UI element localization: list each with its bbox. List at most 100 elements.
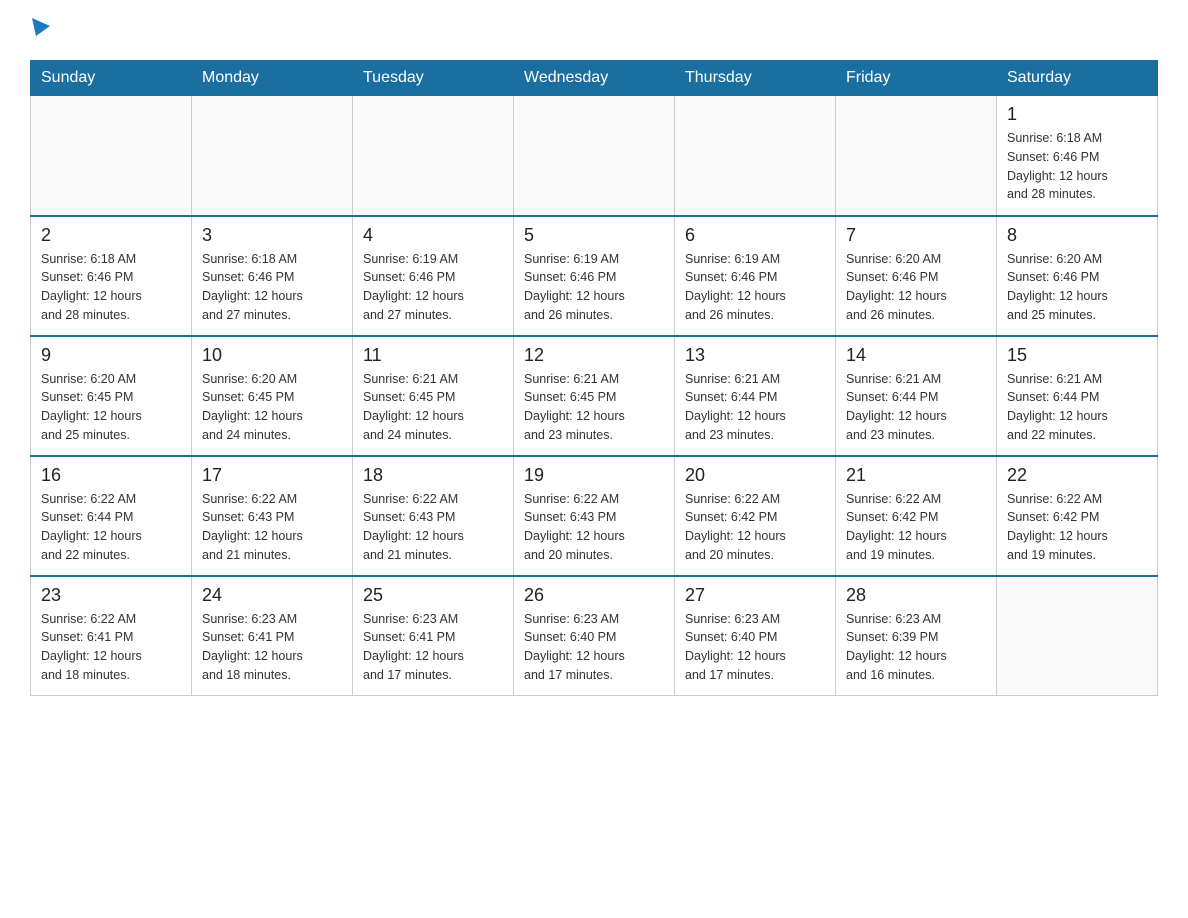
day-info: Sunrise: 6:22 AM Sunset: 6:41 PM Dayligh… [41, 610, 181, 685]
calendar-cell: 18 Sunrise: 6:22 AM Sunset: 6:43 PM Dayli… [353, 456, 514, 576]
day-info: Sunrise: 6:18 AM Sunset: 6:46 PM Dayligh… [1007, 129, 1147, 204]
day-number: 22 [1007, 465, 1147, 486]
day-number: 20 [685, 465, 825, 486]
day-number: 8 [1007, 225, 1147, 246]
day-number: 9 [41, 345, 181, 366]
day-number: 11 [363, 345, 503, 366]
page-header [30, 20, 1158, 40]
day-number: 2 [41, 225, 181, 246]
week-row-3: 9 Sunrise: 6:20 AM Sunset: 6:45 PM Daylig… [31, 336, 1158, 456]
day-number: 3 [202, 225, 342, 246]
week-row-1: 1 Sunrise: 6:18 AM Sunset: 6:46 PM Daylig… [31, 96, 1158, 216]
day-number: 23 [41, 585, 181, 606]
weekday-header-wednesday: Wednesday [514, 61, 675, 96]
day-number: 6 [685, 225, 825, 246]
calendar-cell: 25 Sunrise: 6:23 AM Sunset: 6:41 PM Dayli… [353, 576, 514, 696]
day-number: 15 [1007, 345, 1147, 366]
day-number: 17 [202, 465, 342, 486]
calendar-cell: 16 Sunrise: 6:22 AM Sunset: 6:44 PM Dayli… [31, 456, 192, 576]
day-info: Sunrise: 6:22 AM Sunset: 6:42 PM Dayligh… [846, 490, 986, 565]
calendar-cell: 9 Sunrise: 6:20 AM Sunset: 6:45 PM Daylig… [31, 336, 192, 456]
calendar-cell: 14 Sunrise: 6:21 AM Sunset: 6:44 PM Dayli… [836, 336, 997, 456]
day-info: Sunrise: 6:18 AM Sunset: 6:46 PM Dayligh… [202, 250, 342, 325]
calendar-cell: 26 Sunrise: 6:23 AM Sunset: 6:40 PM Dayli… [514, 576, 675, 696]
day-info: Sunrise: 6:20 AM Sunset: 6:46 PM Dayligh… [846, 250, 986, 325]
calendar-cell [192, 96, 353, 216]
calendar-table: SundayMondayTuesdayWednesdayThursdayFrid… [30, 60, 1158, 696]
calendar-cell: 1 Sunrise: 6:18 AM Sunset: 6:46 PM Daylig… [997, 96, 1158, 216]
day-info: Sunrise: 6:21 AM Sunset: 6:44 PM Dayligh… [846, 370, 986, 445]
day-number: 7 [846, 225, 986, 246]
calendar-cell: 17Sunrise: 6:22 AM Sunset: 6:43 PM Dayli… [192, 456, 353, 576]
calendar-cell: 27 Sunrise: 6:23 AM Sunset: 6:40 PM Dayli… [675, 576, 836, 696]
day-number: 25 [363, 585, 503, 606]
calendar-cell [997, 576, 1158, 696]
calendar-cell: 11 Sunrise: 6:21 AM Sunset: 6:45 PM Dayli… [353, 336, 514, 456]
day-info: Sunrise: 6:18 AM Sunset: 6:46 PM Dayligh… [41, 250, 181, 325]
day-info: Sunrise: 6:20 AM Sunset: 6:45 PM Dayligh… [202, 370, 342, 445]
calendar-cell: 2 Sunrise: 6:18 AM Sunset: 6:46 PM Daylig… [31, 216, 192, 336]
day-info: Sunrise: 6:23 AM Sunset: 6:40 PM Dayligh… [685, 610, 825, 685]
day-info: Sunrise: 6:23 AM Sunset: 6:41 PM Dayligh… [363, 610, 503, 685]
day-number: 27 [685, 585, 825, 606]
calendar-cell: 4 Sunrise: 6:19 AM Sunset: 6:46 PM Daylig… [353, 216, 514, 336]
day-number: 5 [524, 225, 664, 246]
day-info: Sunrise: 6:21 AM Sunset: 6:44 PM Dayligh… [685, 370, 825, 445]
calendar-cell: 12 Sunrise: 6:21 AM Sunset: 6:45 PM Dayli… [514, 336, 675, 456]
calendar-cell: 22Sunrise: 6:22 AM Sunset: 6:42 PM Dayli… [997, 456, 1158, 576]
calendar-cell [675, 96, 836, 216]
weekday-header-thursday: Thursday [675, 61, 836, 96]
calendar-cell [836, 96, 997, 216]
calendar-cell: 21 Sunrise: 6:22 AM Sunset: 6:42 PM Dayli… [836, 456, 997, 576]
weekday-header-saturday: Saturday [997, 61, 1158, 96]
day-number: 12 [524, 345, 664, 366]
day-info: Sunrise: 6:21 AM Sunset: 6:45 PM Dayligh… [363, 370, 503, 445]
day-info: Sunrise: 6:21 AM Sunset: 6:44 PM Dayligh… [1007, 370, 1147, 445]
day-info: Sunrise: 6:22 AM Sunset: 6:42 PM Dayligh… [685, 490, 825, 565]
week-row-4: 16 Sunrise: 6:22 AM Sunset: 6:44 PM Dayli… [31, 456, 1158, 576]
day-number: 28 [846, 585, 986, 606]
day-info: Sunrise: 6:19 AM Sunset: 6:46 PM Dayligh… [685, 250, 825, 325]
calendar-cell: 19 Sunrise: 6:22 AM Sunset: 6:43 PM Dayli… [514, 456, 675, 576]
weekday-header-sunday: Sunday [31, 61, 192, 96]
calendar-cell: 13Sunrise: 6:21 AM Sunset: 6:44 PM Dayli… [675, 336, 836, 456]
day-number: 21 [846, 465, 986, 486]
calendar-cell [514, 96, 675, 216]
calendar-cell: 8 Sunrise: 6:20 AM Sunset: 6:46 PM Daylig… [997, 216, 1158, 336]
calendar-cell: 10 Sunrise: 6:20 AM Sunset: 6:45 PM Dayli… [192, 336, 353, 456]
day-number: 16 [41, 465, 181, 486]
day-info: Sunrise: 6:21 AM Sunset: 6:45 PM Dayligh… [524, 370, 664, 445]
logo-triangle-icon [32, 18, 54, 40]
day-info: Sunrise: 6:22 AM Sunset: 6:44 PM Dayligh… [41, 490, 181, 565]
day-number: 24 [202, 585, 342, 606]
calendar-cell: 7 Sunrise: 6:20 AM Sunset: 6:46 PM Daylig… [836, 216, 997, 336]
calendar-cell: 28 Sunrise: 6:23 AM Sunset: 6:39 PM Dayli… [836, 576, 997, 696]
day-info: Sunrise: 6:23 AM Sunset: 6:40 PM Dayligh… [524, 610, 664, 685]
day-info: Sunrise: 6:19 AM Sunset: 6:46 PM Dayligh… [363, 250, 503, 325]
week-row-2: 2 Sunrise: 6:18 AM Sunset: 6:46 PM Daylig… [31, 216, 1158, 336]
calendar-cell [353, 96, 514, 216]
calendar-cell: 5 Sunrise: 6:19 AM Sunset: 6:46 PM Daylig… [514, 216, 675, 336]
day-info: Sunrise: 6:20 AM Sunset: 6:45 PM Dayligh… [41, 370, 181, 445]
weekday-header-friday: Friday [836, 61, 997, 96]
day-number: 26 [524, 585, 664, 606]
calendar-cell: 15 Sunrise: 6:21 AM Sunset: 6:44 PM Dayli… [997, 336, 1158, 456]
day-number: 4 [363, 225, 503, 246]
week-row-5: 23 Sunrise: 6:22 AM Sunset: 6:41 PM Dayli… [31, 576, 1158, 696]
day-number: 14 [846, 345, 986, 366]
calendar-cell: 3 Sunrise: 6:18 AM Sunset: 6:46 PM Daylig… [192, 216, 353, 336]
day-number: 19 [524, 465, 664, 486]
day-number: 18 [363, 465, 503, 486]
weekday-header-row: SundayMondayTuesdayWednesdayThursdayFrid… [31, 61, 1158, 96]
day-info: Sunrise: 6:22 AM Sunset: 6:43 PM Dayligh… [363, 490, 503, 565]
day-info: Sunrise: 6:20 AM Sunset: 6:46 PM Dayligh… [1007, 250, 1147, 325]
day-info: Sunrise: 6:23 AM Sunset: 6:39 PM Dayligh… [846, 610, 986, 685]
day-number: 10 [202, 345, 342, 366]
logo [30, 20, 54, 40]
calendar-cell: 24Sunrise: 6:23 AM Sunset: 6:41 PM Dayli… [192, 576, 353, 696]
day-number: 1 [1007, 104, 1147, 125]
day-info: Sunrise: 6:19 AM Sunset: 6:46 PM Dayligh… [524, 250, 664, 325]
day-info: Sunrise: 6:22 AM Sunset: 6:43 PM Dayligh… [524, 490, 664, 565]
calendar-cell [31, 96, 192, 216]
weekday-header-tuesday: Tuesday [353, 61, 514, 96]
